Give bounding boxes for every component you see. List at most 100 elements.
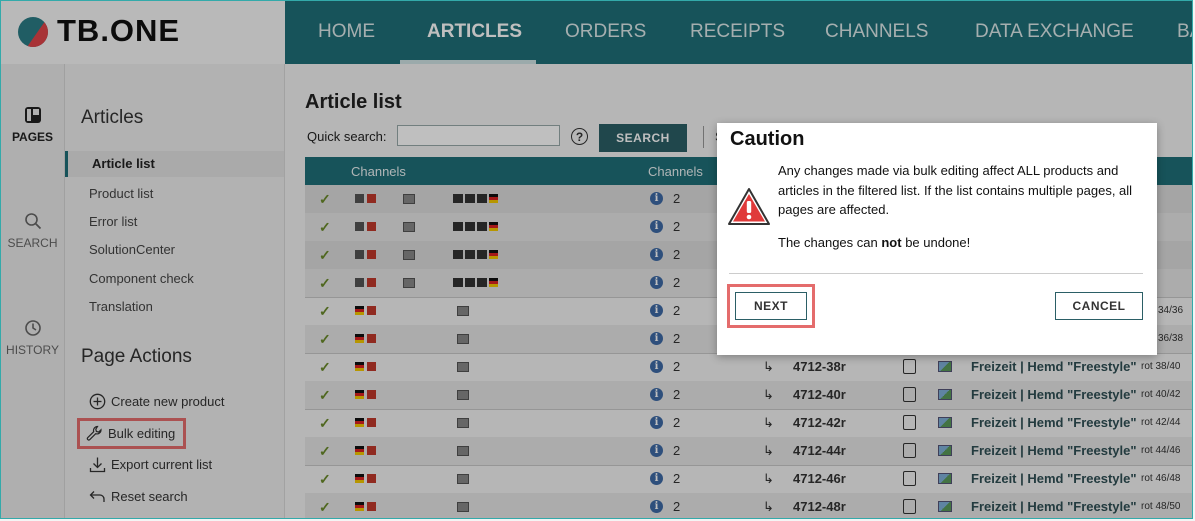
sidebar-link-translation[interactable]: Translation <box>89 299 153 314</box>
row-product-name[interactable]: Freizeit | Hemd "Freestyle" <box>971 499 1137 514</box>
nav-channels[interactable]: CHANNELS <box>825 1 928 64</box>
row-article-number[interactable]: 4712-48r <box>793 499 846 514</box>
document-icon[interactable] <box>903 415 916 430</box>
col-channels-1[interactable]: Channels <box>351 164 406 179</box>
cancel-button[interactable]: CANCEL <box>1055 292 1143 320</box>
image-icon[interactable] <box>938 445 952 456</box>
sidebar-link-error-list[interactable]: Error list <box>89 214 137 229</box>
image-icon[interactable] <box>938 501 952 512</box>
action-export-current-list[interactable]: Export current list <box>89 456 212 473</box>
channel-icon <box>403 250 415 260</box>
document-icon[interactable] <box>903 471 916 486</box>
info-icon[interactable]: i <box>650 444 663 457</box>
action-bulk-editing[interactable]: Bulk editing <box>76 418 187 449</box>
row-count: 2 <box>673 303 681 318</box>
row-article-number[interactable]: 4712-46r <box>793 471 846 486</box>
channel-icon <box>465 278 475 287</box>
image-icon[interactable] <box>938 417 952 428</box>
info-icon[interactable]: i <box>650 192 663 205</box>
document-icon[interactable] <box>903 359 916 374</box>
channel-icon <box>453 194 463 203</box>
quick-search-input[interactable] <box>397 125 560 146</box>
info-icon[interactable]: i <box>650 360 663 373</box>
row-variant: 36/38 <box>1158 333 1184 344</box>
table-row[interactable]: ✓ i2 ↳ 4712-44r Freizeit | Hemd "Freesty… <box>305 437 1192 466</box>
next-button[interactable]: NEXT <box>735 292 807 320</box>
sidebar-link-article-list[interactable]: Article list <box>65 151 284 177</box>
plus-circle-icon <box>89 393 106 410</box>
row-count: 2 <box>673 247 681 262</box>
table-row[interactable]: ✓ i2 ↳ 4712-46r Freizeit | Hemd "Freesty… <box>305 465 1192 494</box>
image-icon[interactable] <box>938 361 952 372</box>
info-icon[interactable]: i <box>650 472 663 485</box>
channel-icon <box>477 222 487 231</box>
flag-icon <box>367 306 376 315</box>
row-product-name[interactable]: Freizeit | Hemd "Freestyle" <box>971 443 1137 458</box>
nav-articles[interactable]: ARTICLES <box>427 1 522 64</box>
flag-icon <box>355 250 364 259</box>
sidebar-link-product-list[interactable]: Product list <box>89 186 153 201</box>
dialog-title: Caution <box>730 128 805 150</box>
sidebar-link-component-check[interactable]: Component check <box>89 271 194 286</box>
channel-icon <box>477 250 487 259</box>
info-icon[interactable]: i <box>650 388 663 401</box>
row-product-name[interactable]: Freizeit | Hemd "Freestyle" <box>971 359 1137 374</box>
info-icon[interactable]: i <box>650 500 663 513</box>
nav-data-exchange[interactable]: DATA EXCHANGE <box>975 1 1134 64</box>
nav-receipts[interactable]: RECEIPTS <box>690 1 785 64</box>
row-article-number[interactable]: 4712-40r <box>793 387 846 402</box>
info-icon[interactable]: i <box>650 276 663 289</box>
nav-home[interactable]: HOME <box>318 1 375 64</box>
info-icon[interactable]: i <box>650 248 663 261</box>
row-article-number[interactable]: 4712-44r <box>793 443 846 458</box>
image-icon[interactable] <box>938 473 952 484</box>
flag-icon <box>355 390 364 399</box>
flag-icon <box>367 390 376 399</box>
channel-icon <box>465 222 475 231</box>
action-bulk-label: Bulk editing <box>108 426 176 441</box>
action-create-new-product[interactable]: Create new product <box>89 393 224 410</box>
flag-icon <box>489 278 498 287</box>
info-icon[interactable]: i <box>650 332 663 345</box>
search-button[interactable]: SEARCH <box>599 124 687 152</box>
channel-icon <box>453 222 463 231</box>
flag-icon <box>367 194 376 203</box>
rail-search-label: SEARCH <box>7 236 58 250</box>
check-icon: ✓ <box>319 387 331 403</box>
undo-text-bold: not <box>881 235 902 250</box>
nav-orders[interactable]: ORDERS <box>565 1 646 64</box>
row-product-name[interactable]: Freizeit | Hemd "Freestyle" <box>971 415 1137 430</box>
help-icon[interactable]: ? <box>571 128 588 145</box>
flag-icon <box>489 222 498 231</box>
channel-icon <box>457 390 469 400</box>
flag-icon <box>367 418 376 427</box>
table-row[interactable]: ✓ i2 ↳ 4712-48r Freizeit | Hemd "Freesty… <box>305 493 1192 518</box>
document-icon[interactable] <box>903 387 916 402</box>
row-product-name[interactable]: Freizeit | Hemd "Freestyle" <box>971 387 1137 402</box>
info-icon[interactable]: i <box>650 220 663 233</box>
document-icon[interactable] <box>903 443 916 458</box>
col-channels-2[interactable]: Channels <box>648 164 703 179</box>
table-row[interactable]: ✓ i2 ↳ 4712-40r Freizeit | Hemd "Freesty… <box>305 381 1192 410</box>
row-article-number[interactable]: 4712-38r <box>793 359 846 374</box>
sidebar-link-solutioncenter[interactable]: SolutionCenter <box>89 242 175 257</box>
row-product-name[interactable]: Freizeit | Hemd "Freestyle" <box>971 471 1137 486</box>
info-icon[interactable]: i <box>650 304 663 317</box>
channel-icon <box>457 446 469 456</box>
rail-pages[interactable]: PAGES <box>1 106 64 144</box>
wrench-icon <box>86 425 102 441</box>
document-icon[interactable] <box>903 499 916 514</box>
rail-search[interactable]: SEARCH <box>1 212 64 250</box>
table-row[interactable]: ✓ i2 ↳ 4712-38r Freizeit | Hemd "Freesty… <box>305 353 1192 382</box>
image-icon[interactable] <box>938 389 952 400</box>
row-count: 2 <box>673 387 681 402</box>
row-article-number[interactable]: 4712-42r <box>793 415 846 430</box>
rail-history[interactable]: HISTORY <box>1 319 64 357</box>
action-export-label: Export current list <box>111 457 213 472</box>
download-icon <box>89 457 106 473</box>
info-icon[interactable]: i <box>650 416 663 429</box>
table-row[interactable]: ✓ i2 ↳ 4712-42r Freizeit | Hemd "Freesty… <box>305 409 1192 438</box>
action-reset-search[interactable]: Reset search <box>89 488 188 505</box>
channel-icon <box>465 250 475 259</box>
nav-more[interactable]: BA <box>1177 1 1192 64</box>
